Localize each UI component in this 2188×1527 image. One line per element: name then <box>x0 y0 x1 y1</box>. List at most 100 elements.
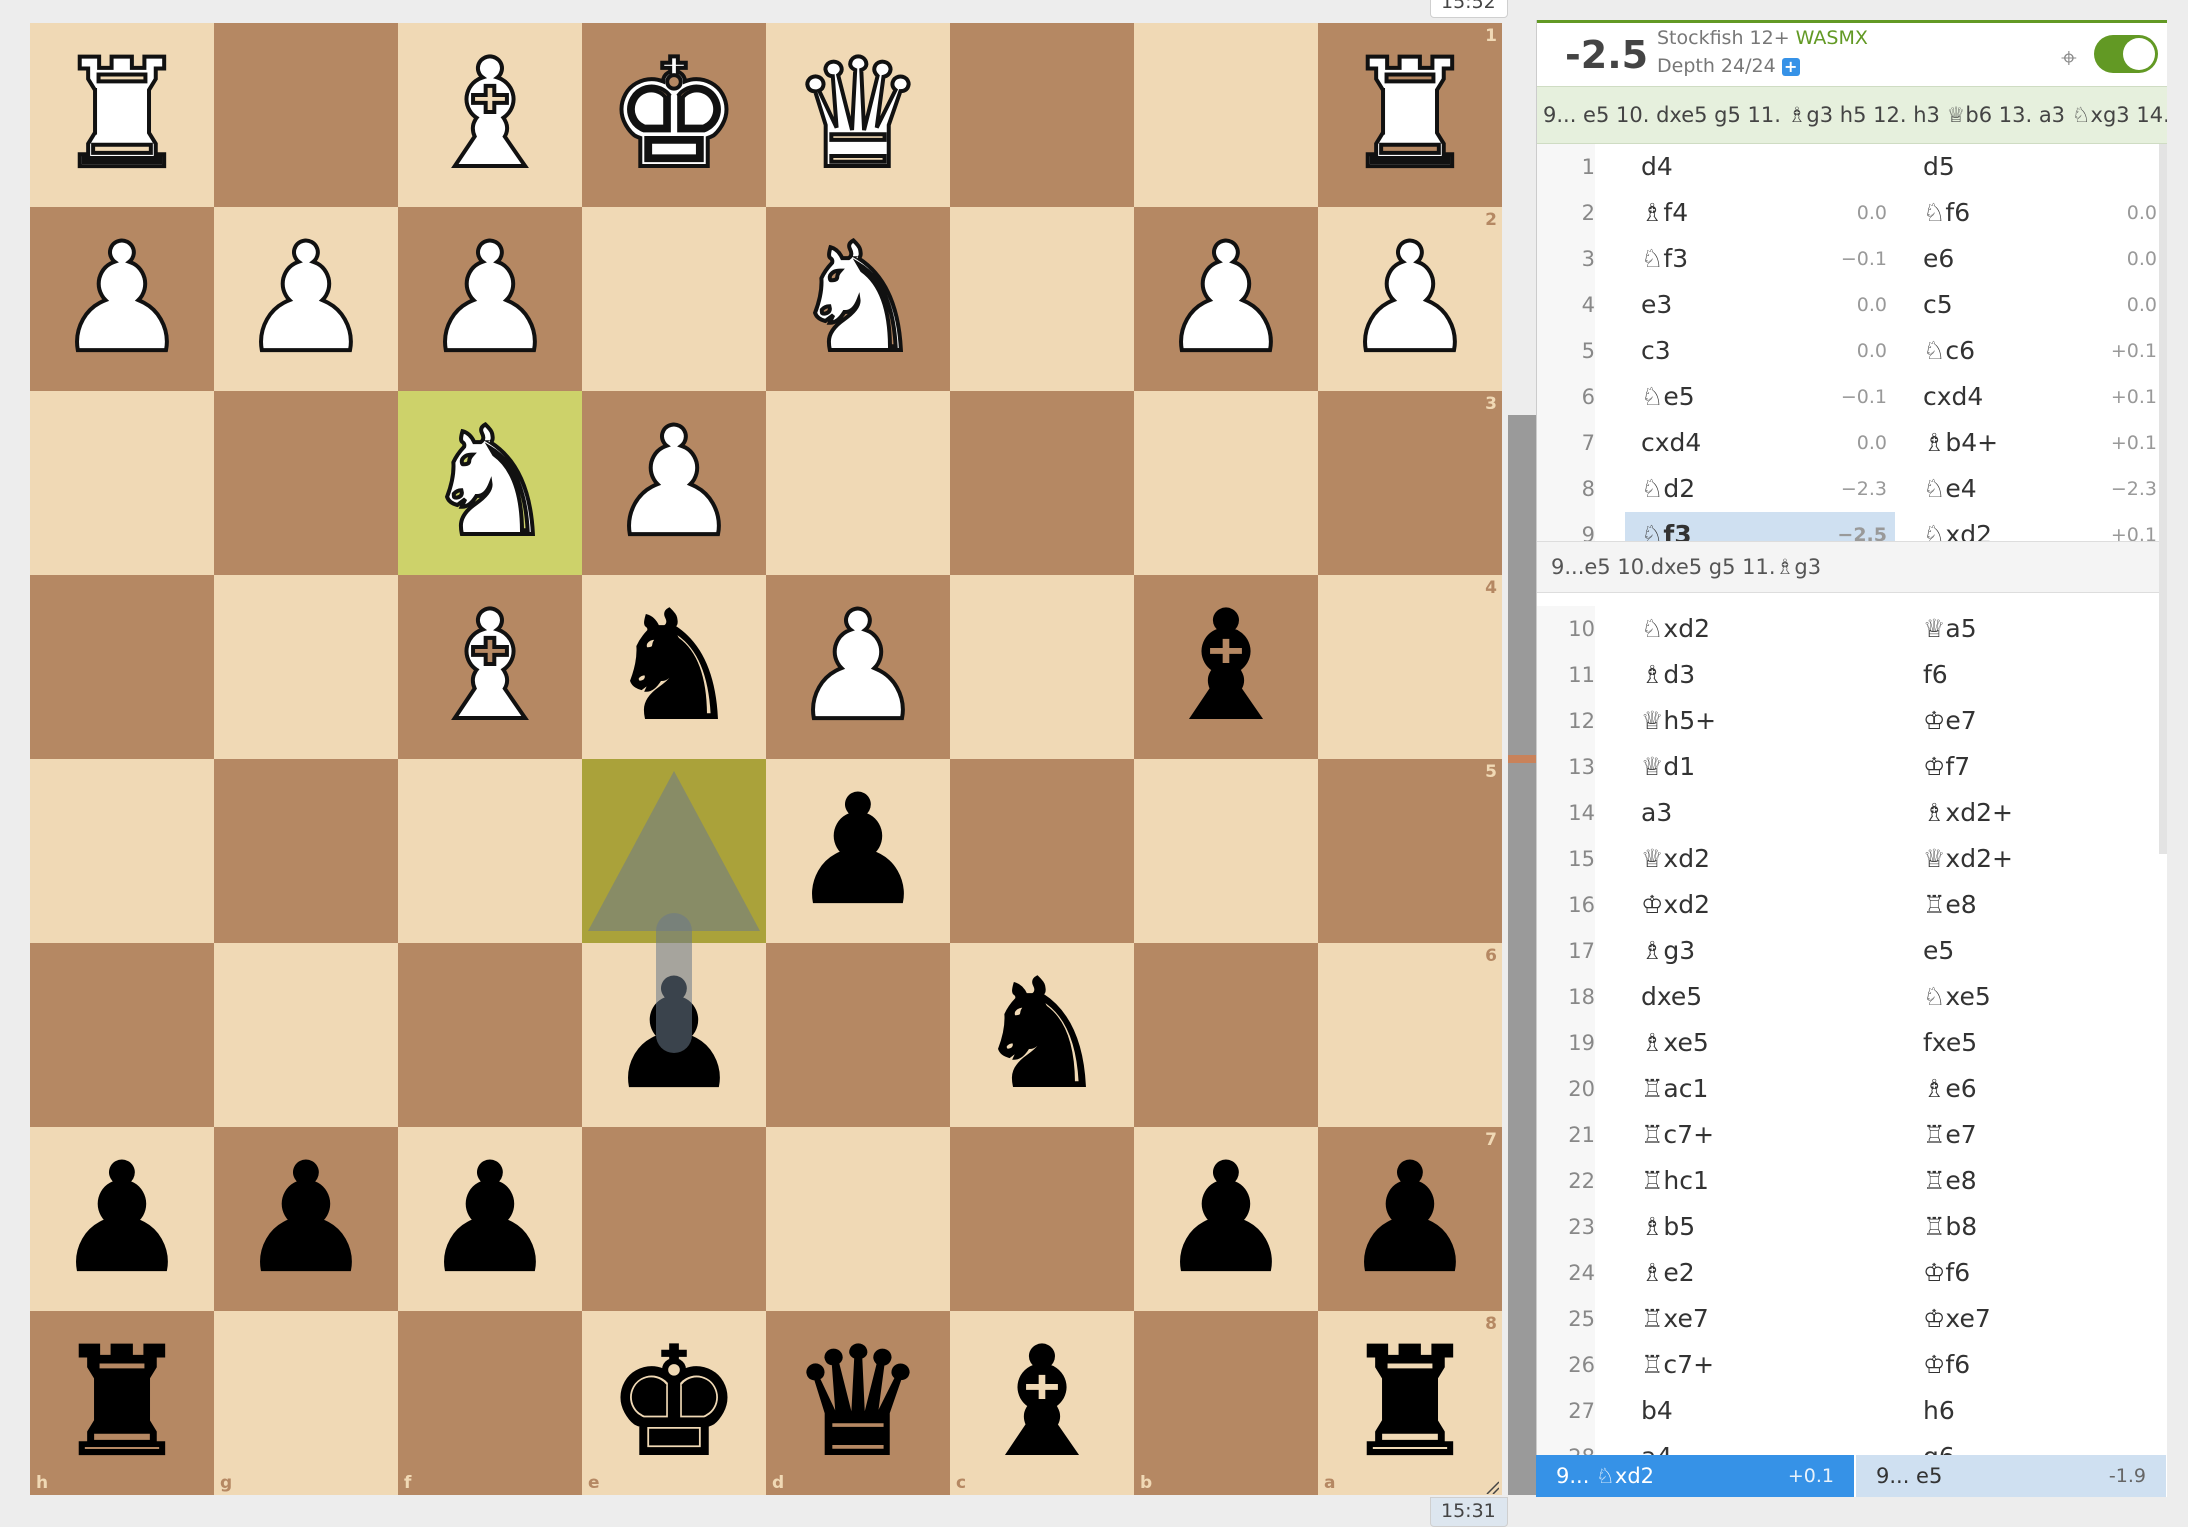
black-move[interactable]: e6 0.0 <box>1907 236 2165 282</box>
black-move[interactable]: h6 <box>1907 1388 2165 1434</box>
board-square[interactable] <box>30 759 214 943</box>
black-bishop-icon[interactable]: ♝ <box>950 1311 1134 1495</box>
board-square[interactable] <box>30 391 214 575</box>
white-move[interactable]: ♕xd2 <box>1625 836 1895 882</box>
white-move[interactable]: ♖hc1 <box>1625 1158 1895 1204</box>
black-move[interactable]: ♔f7 <box>1907 744 2165 790</box>
board-square[interactable] <box>950 1127 1134 1311</box>
white-move[interactable]: cxd4 0.0 <box>1625 420 1895 466</box>
board-square[interactable] <box>950 23 1134 207</box>
black-bishop-icon[interactable]: ♝ <box>1134 575 1318 759</box>
black-move[interactable]: ♗e6 <box>1907 1066 2165 1112</box>
board-square[interactable]: g <box>214 1311 398 1495</box>
black-move[interactable]: ♔e7 <box>1907 698 2165 744</box>
board-square[interactable] <box>766 943 950 1127</box>
black-move[interactable]: f6 <box>1907 652 2165 698</box>
board-square[interactable] <box>1134 391 1318 575</box>
board-square[interactable] <box>950 207 1134 391</box>
black-move[interactable]: ♔xe7 <box>1907 1296 2165 1342</box>
board-square[interactable] <box>950 759 1134 943</box>
board-square[interactable] <box>214 23 398 207</box>
black-move[interactable]: ♗b4+ +0.1 <box>1907 420 2165 466</box>
board-square[interactable]: 5 <box>1318 759 1502 943</box>
white-pawn-icon[interactable]: ♟ <box>1134 207 1318 391</box>
white-bishop-icon[interactable]: ♝ <box>398 23 582 207</box>
board-square[interactable] <box>950 391 1134 575</box>
line-tab-1[interactable]: 9... ♘xd2 +0.1 <box>1536 1455 1854 1497</box>
board-square[interactable] <box>214 391 398 575</box>
board-square[interactable] <box>1134 943 1318 1127</box>
white-bishop-icon[interactable]: ♝ <box>398 575 582 759</box>
white-move[interactable]: dxe5 <box>1625 974 1895 1020</box>
white-pawn-icon[interactable]: ♟ <box>766 575 950 759</box>
white-move[interactable]: c3 0.0 <box>1625 328 1895 374</box>
black-pawn-icon[interactable]: ♟ <box>1318 1127 1502 1311</box>
white-move[interactable]: d4 <box>1625 144 1895 190</box>
white-move[interactable]: ♗d3 <box>1625 652 1895 698</box>
panel-scrollbar[interactable] <box>2159 144 2167 854</box>
black-rook-icon[interactable]: ♜ <box>30 1311 214 1495</box>
variation-line[interactable]: 9...e5 10.dxe5 g5 11.♗g3 <box>1537 541 2167 593</box>
chessboard[interactable]: 1 2 3 4 5 6 7 h g f e d c b 8 a ♜ ♝ ♚ ♛ ♜ ♟ ♟ ♟ ♞ ♟ ♟ ♞ ♟ ♝ ♞ ♟ ♝ ♟ ♟ ♞ ♟ ♟ ♟ ♟… <box>30 23 1503 1496</box>
white-move[interactable]: ♗f4 0.0 <box>1625 190 1895 236</box>
black-move[interactable]: ♗xd2+ <box>1907 790 2165 836</box>
white-move[interactable]: ♗b5 <box>1625 1204 1895 1250</box>
board-square[interactable]: 6 <box>1318 943 1502 1127</box>
black-pawn-icon[interactable]: ♟ <box>398 1127 582 1311</box>
black-knight-icon[interactable]: ♞ <box>582 575 766 759</box>
line-tab-2[interactable]: 9... e5 -1.9 <box>1856 1455 2166 1497</box>
black-pawn-icon[interactable]: ♟ <box>766 759 950 943</box>
black-move[interactable]: ♔f6 <box>1907 1250 2165 1296</box>
board-square[interactable] <box>1134 23 1318 207</box>
white-move[interactable]: ♕h5+ <box>1625 698 1895 744</box>
white-move[interactable]: ♘d2 −2.3 <box>1625 466 1895 512</box>
black-move[interactable]: ♔f6 <box>1907 1342 2165 1388</box>
black-pawn-icon[interactable]: ♟ <box>1134 1127 1318 1311</box>
board-square[interactable] <box>214 575 398 759</box>
board-square[interactable]: f <box>398 1311 582 1495</box>
black-move[interactable]: c5 0.0 <box>1907 282 2165 328</box>
board-square[interactable] <box>950 575 1134 759</box>
white-knight-icon[interactable]: ♞ <box>766 207 950 391</box>
black-move[interactable]: ♘xe5 <box>1907 974 2165 1020</box>
white-pawn-icon[interactable]: ♟ <box>30 207 214 391</box>
white-knight-icon[interactable]: ♞ <box>398 391 582 575</box>
white-rook-icon[interactable]: ♜ <box>1318 23 1502 207</box>
engine-toggle[interactable] <box>2094 35 2158 73</box>
target-icon[interactable]: ⌖ <box>2061 41 2077 75</box>
white-move[interactable]: ♘xd2 <box>1625 606 1895 652</box>
board-square[interactable] <box>1134 759 1318 943</box>
black-move[interactable]: e5 <box>1907 928 2165 974</box>
white-move[interactable]: ♖c7+ <box>1625 1342 1895 1388</box>
white-move[interactable]: ♘f3 −0.1 <box>1625 236 1895 282</box>
white-move[interactable]: ♘e5 −0.1 <box>1625 374 1895 420</box>
depth-plus-icon[interactable]: + <box>1781 58 1800 76</box>
white-pawn-icon[interactable]: ♟ <box>398 207 582 391</box>
white-move[interactable]: b4 <box>1625 1388 1895 1434</box>
board-squares[interactable]: 1 2 3 4 5 6 7 h g f e d c b 8 a ♜ ♝ ♚ ♛ ♜ ♟ ♟ ♟ ♞ ♟ ♟ ♞ ♟ ♝ ♞ ♟ ♝ ♟ ♟ ♞ ♟ ♟ ♟ ♟… <box>30 23 1503 1496</box>
board-square[interactable] <box>582 759 766 943</box>
white-move[interactable]: a3 <box>1625 790 1895 836</box>
board-square[interactable] <box>214 943 398 1127</box>
board-square[interactable]: b <box>1134 1311 1318 1495</box>
principal-variation[interactable]: 9... e5 10. dxe5 g5 11. ♗g3 h5 12. h3 ♕b… <box>1537 86 2167 144</box>
black-pawn-icon[interactable]: ♟ <box>30 1127 214 1311</box>
black-move[interactable]: ♖e8 <box>1907 1158 2165 1204</box>
white-move[interactable]: ♖ac1 <box>1625 1066 1895 1112</box>
board-square[interactable] <box>582 207 766 391</box>
black-move[interactable]: ♕a5 <box>1907 606 2165 652</box>
white-move[interactable]: ♖c7+ <box>1625 1112 1895 1158</box>
black-pawn-icon[interactable]: ♟ <box>214 1127 398 1311</box>
board-square[interactable] <box>398 943 582 1127</box>
white-move[interactable]: ♗xe5 <box>1625 1020 1895 1066</box>
board-square[interactable] <box>766 391 950 575</box>
board-square[interactable] <box>398 759 582 943</box>
black-move[interactable]: cxd4 +0.1 <box>1907 374 2165 420</box>
black-move[interactable]: ♖e8 <box>1907 882 2165 928</box>
white-move[interactable]: ♔xd2 <box>1625 882 1895 928</box>
white-rook-icon[interactable]: ♜ <box>30 23 214 207</box>
board-side-scrollbar[interactable] <box>1508 415 1536 1495</box>
board-square[interactable]: 3 <box>1318 391 1502 575</box>
black-queen-icon[interactable]: ♛ <box>766 1311 950 1495</box>
white-king-icon[interactable]: ♚ <box>582 23 766 207</box>
